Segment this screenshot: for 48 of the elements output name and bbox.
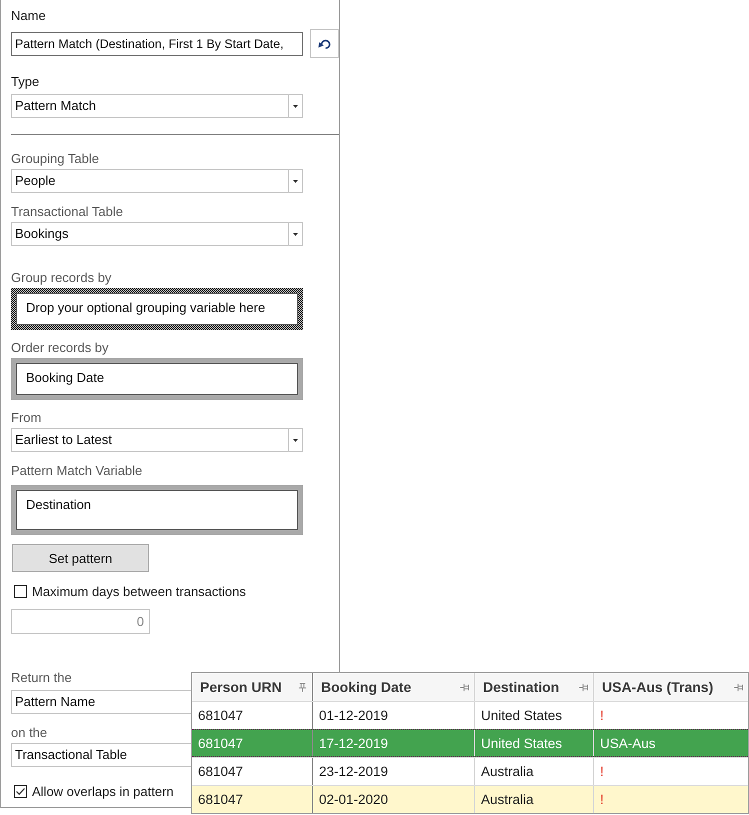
dropdown[interactable]: Pattern Match: [11, 94, 303, 118]
drop-zone[interactable]: Destination: [11, 485, 303, 535]
table-row[interactable]: 681047 02-01-2020 Australia !: [192, 785, 748, 813]
table-cell-text: !: [599, 707, 605, 725]
checkbox[interactable]: [14, 785, 27, 798]
pin-icon[interactable]: [298, 682, 307, 692]
field-label: Grouping Table: [11, 150, 99, 167]
dropdown[interactable]: People: [11, 169, 303, 193]
dropdown[interactable]: Pattern Name: [11, 690, 191, 714]
pin-icon[interactable]: [734, 682, 743, 692]
field-label: Group records by: [11, 269, 112, 286]
field-label: on the: [11, 724, 48, 741]
pin-icon[interactable]: [460, 682, 469, 692]
set-pattern-button[interactable]: Set pattern: [12, 544, 149, 572]
pin-icon[interactable]: [579, 682, 588, 692]
caret-icon: [293, 104, 298, 108]
drop-zone[interactable]: Booking Date: [11, 358, 303, 400]
table-cell: 681047: [192, 730, 313, 756]
table-cell-text: USA-Aus: [599, 734, 657, 752]
column-header[interactable]: USA-Aus (Trans): [594, 673, 748, 701]
table-cell-text: !: [599, 763, 605, 781]
undo-icon: [318, 38, 331, 49]
name-field[interactable]: Pattern Match (Destination, First 1 By Start Date,: [11, 32, 303, 56]
column-header[interactable]: Booking Date: [313, 673, 475, 701]
table-cell: Australia: [475, 786, 594, 813]
caret-icon: [293, 232, 298, 236]
field-label: Pattern Match Variable: [11, 462, 142, 479]
table-cell: United States: [475, 730, 594, 756]
table-cell: 681047: [192, 786, 313, 813]
dropdown[interactable]: Transactional Table: [11, 743, 191, 767]
caret-icon: [293, 438, 298, 442]
undo-button[interactable]: [310, 29, 339, 58]
drop-zone[interactable]: Drop your optional grouping variable here: [11, 288, 303, 330]
field-label: Order records by: [11, 339, 109, 356]
table-cell: 02-01-2020: [313, 786, 475, 813]
dropdown[interactable]: Earliest to Latest: [11, 428, 303, 452]
caret-icon: [293, 180, 298, 182]
field-label: Transactional Table: [11, 203, 124, 220]
table-cell: 17-12-2019: [313, 730, 475, 756]
field-label: Name: [11, 7, 46, 24]
field-label: From: [11, 409, 42, 426]
table-cell-text: !: [599, 791, 605, 809]
column-header[interactable]: Person URN: [192, 673, 313, 701]
field-label: Type: [11, 73, 40, 90]
column-header[interactable]: Destination: [475, 673, 594, 701]
checkbox-label[interactable]: Allow overlaps in pattern: [32, 784, 174, 799]
dropdown[interactable]: Bookings: [11, 222, 303, 246]
field-label: Return the: [11, 669, 72, 686]
